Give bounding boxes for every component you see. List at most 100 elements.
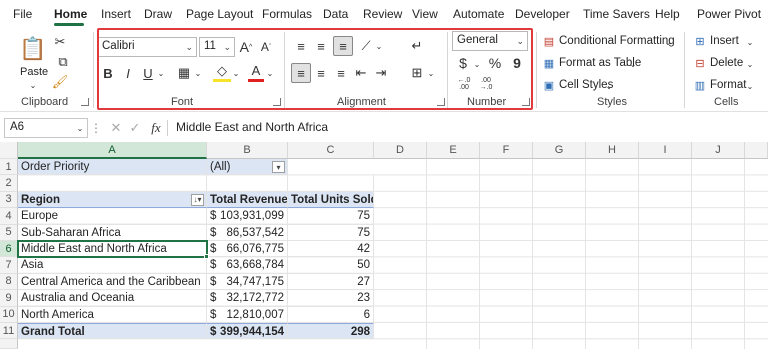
- chevron-down-icon[interactable]: ⌄: [628, 57, 638, 71]
- revenue-cell[interactable]: $34,747,175: [207, 273, 288, 291]
- grand-total-revenue-cell[interactable]: $399,944,154: [207, 323, 288, 340]
- cut-icon[interactable]: ✂: [52, 34, 68, 50]
- cell[interactable]: [207, 175, 288, 192]
- insert-button[interactable]: Insert: [710, 35, 739, 47]
- sort-filter-icon[interactable]: ↓▾: [191, 193, 204, 206]
- cell[interactable]: [18, 175, 207, 192]
- conditional-formatting-button[interactable]: Conditional Formatting: [559, 35, 675, 47]
- tab-file[interactable]: File: [13, 7, 32, 21]
- units-cell[interactable]: 23: [288, 290, 374, 307]
- column-header-h[interactable]: H: [586, 142, 639, 159]
- units-cell[interactable]: 50: [288, 257, 374, 274]
- row-header[interactable]: 7: [0, 257, 18, 274]
- currency-symbol: $: [210, 243, 217, 255]
- revenue-value: 12,810,007: [226, 308, 284, 321]
- revenue-cell[interactable]: $86,537,542: [207, 224, 288, 241]
- column-header-j[interactable]: J: [692, 142, 745, 159]
- selected-region-cell[interactable]: Middle East and North Africa: [17, 239, 208, 259]
- row-header[interactable]: 9: [0, 290, 18, 307]
- region-cell[interactable]: Central America and the Caribbean: [18, 273, 207, 291]
- units-cell[interactable]: 27: [288, 273, 374, 291]
- region-cell[interactable]: Sub-Saharan Africa: [18, 224, 207, 241]
- units-cell[interactable]: 75: [288, 208, 374, 225]
- tab-time-savers[interactable]: Time Savers: [583, 7, 650, 21]
- currency-symbol: $: [210, 292, 217, 305]
- select-all-corner[interactable]: [0, 142, 18, 159]
- tab-automate[interactable]: Automate: [453, 7, 504, 21]
- insert-cells-icon: ⊞: [695, 35, 705, 48]
- filter-dropdown-icon[interactable]: ▾: [272, 161, 285, 173]
- copy-icon[interactable]: ⧉: [52, 54, 74, 70]
- grand-total-units-cell[interactable]: 298: [288, 323, 374, 340]
- column-header-a[interactable]: A: [18, 142, 207, 159]
- cancel-icon[interactable]: ✕: [109, 120, 123, 136]
- paste-icon[interactable]: 📋: [19, 34, 46, 64]
- chevron-down-icon[interactable]: ⌄: [745, 79, 755, 93]
- format-cells-icon: ▥: [694, 79, 706, 92]
- tab-review[interactable]: Review: [363, 7, 402, 21]
- chevron-down-icon[interactable]: ⌄: [745, 57, 755, 71]
- header-revenue-cell[interactable]: Total Revenue: [207, 191, 288, 209]
- region-cell[interactable]: Asia: [18, 257, 207, 274]
- region-cell[interactable]: Australia and Oceania: [18, 290, 207, 307]
- units-cell[interactable]: 6: [288, 306, 374, 323]
- revenue-value: 86,537,542: [226, 226, 284, 239]
- units-cell[interactable]: 42: [288, 241, 374, 258]
- column-header-e[interactable]: E: [427, 142, 480, 159]
- column-header-d[interactable]: D: [374, 142, 427, 159]
- row-header[interactable]: 6: [0, 241, 18, 258]
- row-header[interactable]: 2: [0, 175, 18, 192]
- tab-page-layout[interactable]: Page Layout: [186, 7, 253, 21]
- tab-developer[interactable]: Developer: [515, 7, 570, 21]
- column-header-partial: [745, 142, 768, 159]
- column-header-f[interactable]: F: [480, 142, 533, 159]
- revenue-cell[interactable]: $63,668,784: [207, 257, 288, 274]
- row-header[interactable]: 10: [0, 306, 18, 323]
- units-cell[interactable]: 75: [288, 224, 374, 241]
- clipboard-launcher-icon[interactable]: [81, 98, 89, 106]
- row-header[interactable]: 8: [0, 273, 18, 291]
- chevron-down-icon[interactable]: ⌄: [663, 35, 673, 49]
- fill-handle[interactable]: [204, 254, 209, 259]
- formula-input[interactable]: Middle East and North Africa: [170, 118, 768, 138]
- column-header-g[interactable]: G: [533, 142, 586, 159]
- revenue-cell[interactable]: $66,076,775: [207, 241, 288, 258]
- region-cell[interactable]: North America: [18, 306, 207, 323]
- format-button[interactable]: Format: [710, 79, 746, 91]
- tab-power-pivot[interactable]: Power Pivot: [697, 7, 761, 21]
- revenue-cell[interactable]: $32,172,772: [207, 290, 288, 307]
- row-header[interactable]: 11: [0, 323, 18, 340]
- insert-function-button[interactable]: fx: [148, 120, 164, 136]
- revenue-cell[interactable]: $103,931,099: [207, 208, 288, 225]
- filter-label-cell[interactable]: Order Priority: [18, 159, 207, 176]
- tab-help[interactable]: Help: [655, 7, 680, 21]
- column-header-c[interactable]: C: [288, 142, 374, 159]
- chevron-down-icon[interactable]: ⌄: [75, 120, 85, 136]
- column-header-b[interactable]: B: [207, 142, 288, 159]
- row-header[interactable]: 5: [0, 224, 18, 241]
- cell[interactable]: [288, 175, 374, 192]
- enter-icon[interactable]: ✓: [128, 120, 142, 136]
- delete-button[interactable]: Delete: [710, 57, 743, 69]
- header-region-cell[interactable]: Region: [18, 191, 207, 209]
- row-header[interactable]: 1: [0, 159, 18, 176]
- tab-home[interactable]: Home: [54, 7, 87, 21]
- tab-draw[interactable]: Draw: [144, 7, 172, 21]
- paste-dropdown-icon[interactable]: ⌄: [28, 80, 38, 90]
- chevron-down-icon[interactable]: ⌄: [745, 35, 755, 49]
- revenue-cell[interactable]: $12,810,007: [207, 306, 288, 323]
- paste-button[interactable]: Paste: [20, 66, 48, 78]
- tab-formulas[interactable]: Formulas: [262, 7, 312, 21]
- chevron-down-icon[interactable]: ⌄: [604, 79, 614, 93]
- row-header[interactable]: 3: [0, 191, 18, 209]
- region-cell[interactable]: Europe: [18, 208, 207, 225]
- tab-insert[interactable]: Insert: [101, 7, 131, 21]
- tab-view[interactable]: View: [412, 7, 438, 21]
- format-painter-icon[interactable]: 🖌: [52, 74, 69, 90]
- column-header-i[interactable]: I: [639, 142, 692, 159]
- grand-total-label-cell[interactable]: Grand Total: [18, 323, 207, 340]
- header-units-cell[interactable]: Total Units Sold: [288, 191, 374, 209]
- row-header[interactable]: 4: [0, 208, 18, 225]
- conditional-formatting-icon: ▤: [543, 35, 555, 48]
- tab-data[interactable]: Data: [323, 7, 348, 21]
